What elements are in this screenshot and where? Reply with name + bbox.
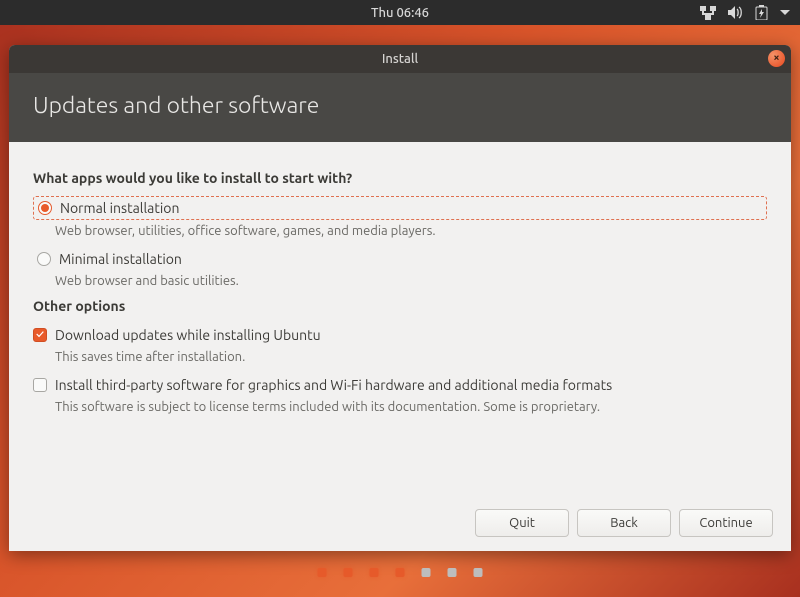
radio-label: Normal installation — [60, 200, 179, 216]
radio-label: Minimal installation — [59, 251, 182, 267]
close-icon: × — [773, 53, 779, 64]
radio-icon — [37, 252, 51, 266]
progress-dot — [318, 568, 327, 577]
progress-dot — [344, 568, 353, 577]
content-area: What apps would you like to install to s… — [9, 142, 791, 414]
quit-button[interactable]: Quit — [475, 509, 569, 537]
battery-icon[interactable] — [755, 5, 768, 20]
close-button[interactable]: × — [768, 50, 785, 67]
dropdown-icon[interactable] — [780, 10, 790, 16]
menubar: Thu 06:46 — [0, 0, 800, 25]
progress-dot — [474, 568, 483, 577]
minimal-install-desc: Web browser and basic utilities. — [55, 274, 767, 288]
radio-normal-install[interactable]: Normal installation — [33, 196, 767, 220]
progress-dots — [318, 568, 483, 577]
installer-window: Install × Updates and other software Wha… — [9, 45, 791, 551]
progress-dot — [422, 568, 431, 577]
checkbox-third-party[interactable]: Install third-party software for graphic… — [33, 374, 767, 396]
checkbox-label: Install third-party software for graphic… — [55, 377, 612, 393]
progress-dot — [370, 568, 379, 577]
install-question: What apps would you like to install to s… — [33, 170, 767, 186]
menubar-indicators — [700, 5, 790, 20]
checkbox-icon — [33, 328, 47, 342]
install-type-group: Normal installation Web browser, utiliti… — [33, 196, 767, 288]
checkbox-download-updates[interactable]: Download updates while installing Ubuntu — [33, 324, 767, 346]
button-bar: Quit Back Continue — [475, 509, 773, 537]
network-icon[interactable] — [700, 6, 716, 20]
continue-button[interactable]: Continue — [679, 509, 773, 537]
page-header: Updates and other software — [9, 73, 791, 142]
volume-icon[interactable] — [728, 6, 743, 19]
normal-install-desc: Web browser, utilities, office software,… — [55, 224, 767, 238]
third-party-desc: This software is subject to license term… — [55, 400, 767, 414]
download-updates-desc: This saves time after installation. — [55, 350, 767, 364]
checkbox-icon — [33, 378, 47, 392]
titlebar: Install × — [9, 45, 791, 73]
progress-dot — [448, 568, 457, 577]
progress-dot — [396, 568, 405, 577]
back-button[interactable]: Back — [577, 509, 671, 537]
radio-minimal-install[interactable]: Minimal installation — [33, 248, 767, 270]
checkbox-label: Download updates while installing Ubuntu — [55, 327, 321, 343]
other-options-heading: Other options — [33, 298, 767, 314]
radio-icon — [38, 201, 52, 215]
window-title: Install — [382, 52, 418, 66]
menubar-datetime: Thu 06:46 — [371, 6, 429, 20]
